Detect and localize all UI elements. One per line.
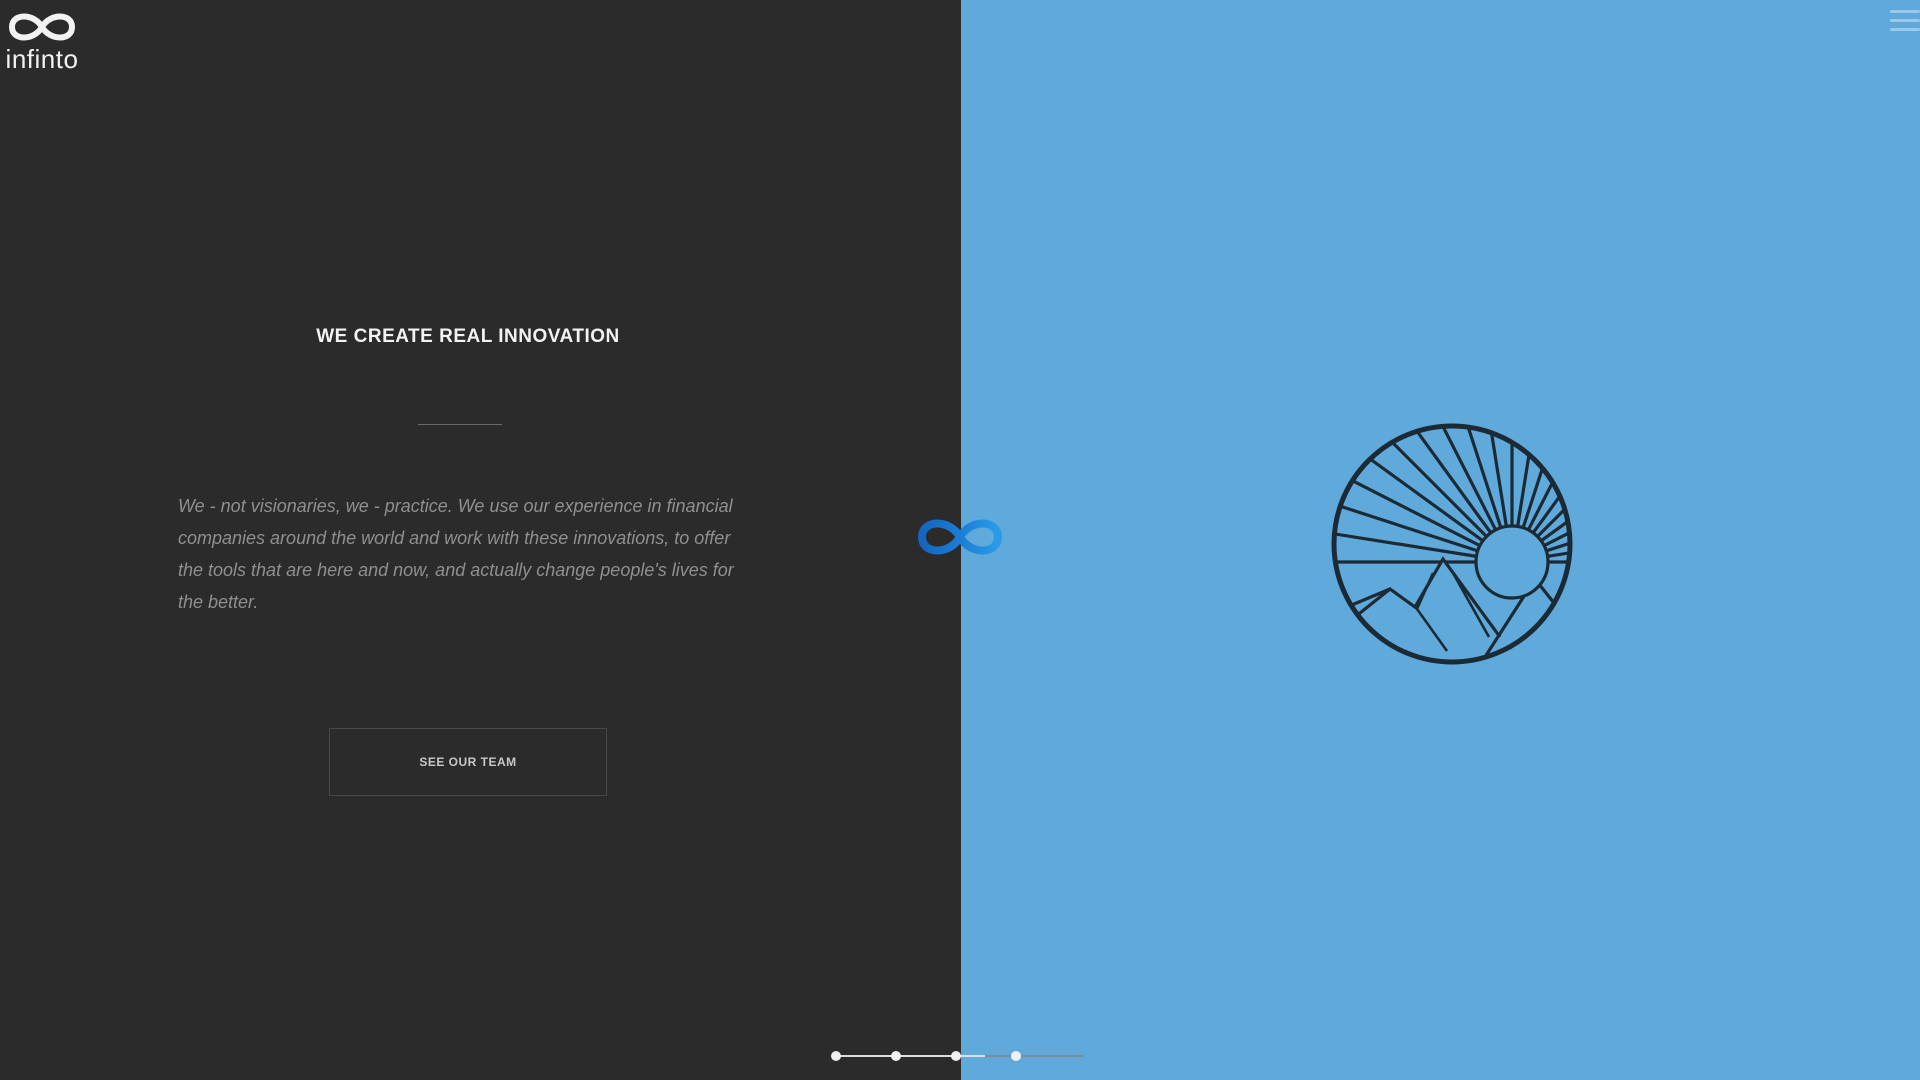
sun-mountains-emblem-icon (1325, 417, 1579, 671)
infinity-icon (0, 8, 84, 46)
menu-button[interactable] (1884, 4, 1920, 38)
see-our-team-button[interactable]: SEE OUR TEAM (329, 728, 607, 796)
slide-progress (831, 1051, 1084, 1061)
left-panel: infinto WE CREATE REAL INNOVATION We - n… (0, 0, 961, 1080)
title-divider (418, 424, 502, 425)
hero-description: We - not visionaries, we - practice. We … (178, 496, 734, 612)
brand-name: infinto (5, 44, 79, 74)
progress-step-dot[interactable] (891, 1051, 901, 1061)
hamburger-line (1890, 28, 1920, 31)
hamburger-line (1890, 19, 1920, 22)
progress-fill (836, 1055, 985, 1057)
hamburger-menu-icon (1890, 10, 1920, 13)
center-infinity-icon (912, 513, 1008, 561)
progress-step-dot[interactable] (831, 1051, 841, 1061)
progress-step-dot[interactable] (951, 1051, 961, 1061)
brand-logo[interactable]: infinto (0, 8, 84, 75)
hero-title: WE CREATE REAL INNOVATION (316, 326, 620, 347)
progress-step-dot[interactable] (1011, 1051, 1021, 1061)
page: infinto WE CREATE REAL INNOVATION We - n… (0, 0, 1920, 1080)
